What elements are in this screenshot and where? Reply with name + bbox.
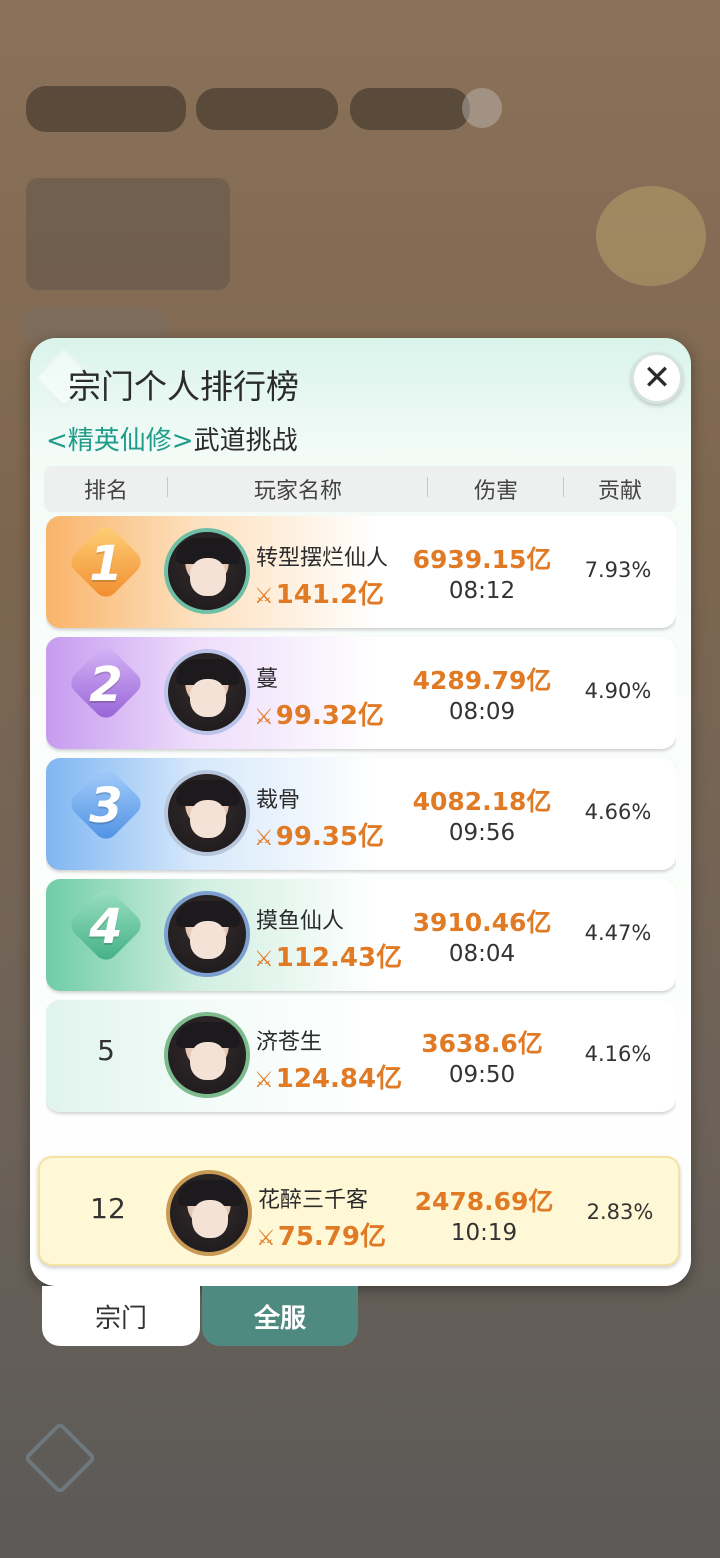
- damage-value: 4289.79亿: [412, 666, 552, 695]
- contribution-value: 4.90%: [584, 679, 652, 703]
- crossed-swords-icon: ⚔: [256, 1226, 276, 1251]
- table-row[interactable]: 4 摸鱼仙人 ⚔112.43亿 3910.46亿 08:04 4.47%: [46, 879, 676, 991]
- power-value: ⚔112.43亿: [254, 943, 403, 973]
- close-icon: ✕: [642, 358, 672, 398]
- time-value: 09:56: [448, 820, 516, 846]
- avatar[interactable]: [164, 649, 250, 735]
- ranking-list[interactable]: 1 转型摆烂仙人 ⚔141.2亿 6939.15亿 08:12 7.93% 2 …: [46, 516, 676, 1120]
- rank-number: 2: [89, 657, 123, 713]
- header-damage: 伤害: [428, 473, 564, 505]
- bg-avatar-icon: [596, 186, 706, 286]
- my-avatar[interactable]: [166, 1170, 252, 1256]
- tab-all-server[interactable]: 全服: [202, 1286, 358, 1346]
- contribution-value: 7.93%: [584, 558, 652, 582]
- table-row[interactable]: 5 济苍生 ⚔124.84亿 3638.6亿 09:50 4.16%: [46, 1000, 676, 1112]
- table-header: 排名 玩家名称 伤害 贡献: [44, 466, 676, 512]
- contribution-value: 4.47%: [584, 921, 652, 945]
- my-rank-row[interactable]: 12 花醉三千客 ⚔75.79亿 2478.69亿 10:19 2.83%: [38, 1156, 680, 1266]
- header-player-name: 玩家名称: [168, 473, 428, 505]
- time-value: 08:09: [448, 699, 516, 725]
- bg-card: [26, 178, 230, 290]
- rank-number: 5: [97, 1034, 115, 1067]
- bg-resource-pill: [26, 86, 186, 132]
- my-power-value: ⚔75.79亿: [256, 1222, 386, 1252]
- crossed-swords-icon: ⚔: [254, 826, 274, 851]
- header-rank: 排名: [44, 473, 168, 505]
- crossed-swords-icon: ⚔: [254, 947, 274, 972]
- power-value: ⚔124.84亿: [254, 1064, 403, 1094]
- header-contribution: 贡献: [597, 479, 642, 504]
- subtitle-text: 武道挑战: [193, 426, 298, 456]
- time-value: 09:50: [448, 1062, 516, 1088]
- my-damage-value: 2478.69亿: [414, 1187, 554, 1216]
- damage-value: 6939.15亿: [412, 545, 552, 574]
- player-name: 转型摆烂仙人: [256, 546, 389, 571]
- time-value: 08:12: [448, 578, 516, 604]
- avatar[interactable]: [164, 528, 250, 614]
- damage-value: 3638.6亿: [421, 1029, 543, 1058]
- player-name: 济苍生: [256, 1030, 323, 1055]
- diamond-menu-icon[interactable]: [23, 1421, 97, 1495]
- player-name: 裁骨: [256, 788, 301, 813]
- crossed-swords-icon: ⚔: [254, 1068, 274, 1093]
- rank-number: 1: [89, 536, 123, 592]
- my-time-value: 10:19: [450, 1220, 518, 1246]
- damage-value: 4082.18亿: [412, 787, 552, 816]
- table-row[interactable]: 2 蔓 ⚔99.32亿 4289.79亿 08:09 4.90%: [46, 637, 676, 749]
- panel-title: 宗门个人排行榜: [68, 367, 299, 406]
- avatar[interactable]: [164, 770, 250, 856]
- damage-value: 3910.46亿: [412, 908, 552, 937]
- my-contribution-value: 2.83%: [586, 1200, 654, 1224]
- my-rank-number: 12: [90, 1192, 126, 1225]
- tab-sect[interactable]: 宗门: [42, 1286, 200, 1346]
- subtitle-tag: <精英仙修>: [46, 426, 194, 456]
- crossed-swords-icon: ⚔: [254, 705, 274, 730]
- power-value: ⚔99.35亿: [254, 822, 384, 852]
- ranking-panel: 宗门个人排行榜 ✕ <精英仙修>武道挑战 排名 玩家名称 伤害 贡献 1 转型摆…: [30, 338, 691, 1286]
- time-value: 08:04: [448, 941, 516, 967]
- rank-number: 4: [89, 899, 123, 955]
- table-row[interactable]: 1 转型摆烂仙人 ⚔141.2亿 6939.15亿 08:12 7.93%: [46, 516, 676, 628]
- player-name: 蔓: [256, 667, 279, 692]
- bg-resource-pill: [350, 88, 470, 130]
- rank-number: 3: [89, 778, 123, 834]
- power-value: ⚔141.2亿: [254, 580, 384, 610]
- contribution-value: 4.16%: [584, 1042, 652, 1066]
- power-value: ⚔99.32亿: [254, 701, 384, 731]
- player-name: 摸鱼仙人: [256, 909, 345, 934]
- avatar[interactable]: [164, 891, 250, 977]
- bg-plus-icon: [462, 88, 502, 128]
- avatar[interactable]: [164, 1012, 250, 1098]
- table-row[interactable]: 3 裁骨 ⚔99.35亿 4082.18亿 09:56 4.66%: [46, 758, 676, 870]
- bg-resource-pill: [196, 88, 338, 130]
- contribution-value: 4.66%: [584, 800, 652, 824]
- my-player-name: 花醉三千客: [258, 1188, 369, 1213]
- close-button[interactable]: ✕: [631, 352, 683, 404]
- crossed-swords-icon: ⚔: [254, 584, 274, 609]
- panel-subtitle: <精英仙修>武道挑战: [46, 420, 298, 457]
